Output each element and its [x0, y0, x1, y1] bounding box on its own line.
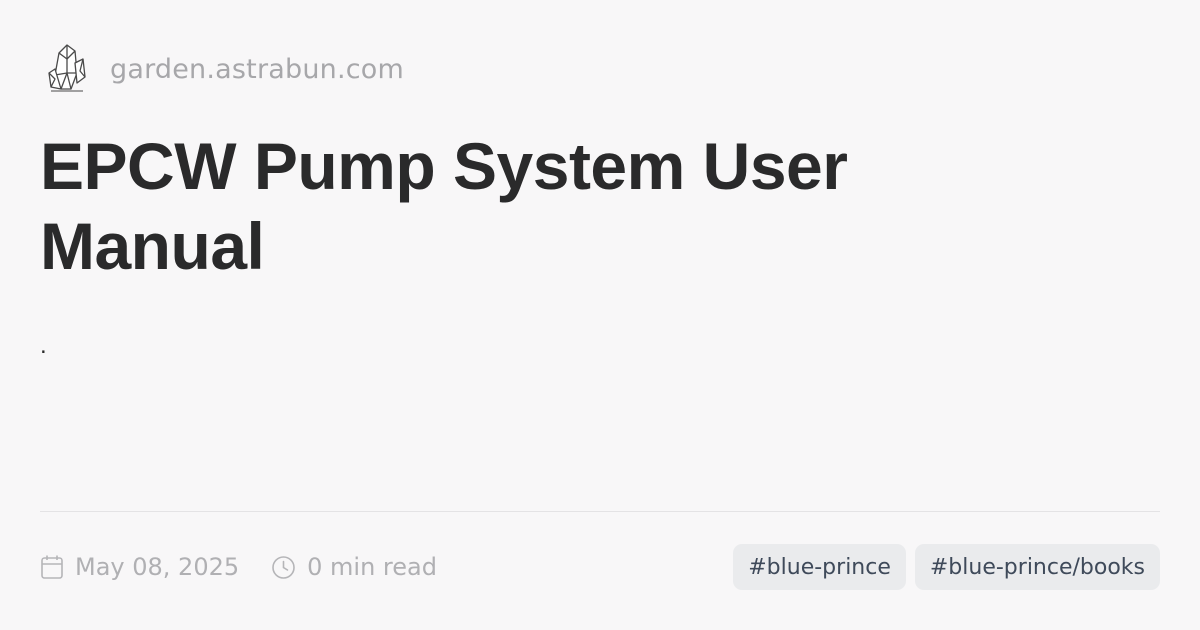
calendar-icon: [40, 554, 64, 580]
post-date-text: May 08, 2025: [75, 553, 240, 581]
crystal-icon[interactable]: [44, 40, 90, 98]
post-excerpt: .: [40, 332, 47, 359]
page-title: EPCW Pump System User Manual: [40, 129, 848, 283]
tag-blue-prince-books[interactable]: #blue-prince/books: [914, 544, 1160, 590]
site-domain[interactable]: garden.astrabun.com: [110, 54, 404, 85]
post-date: May 08, 2025: [40, 553, 239, 581]
clock-icon: [271, 555, 296, 580]
post-meta: May 08, 2025 0 min read: [40, 544, 437, 590]
site-header: garden.astrabun.com: [44, 40, 404, 98]
tag-blue-prince[interactable]: #blue-prince: [733, 544, 906, 590]
tag-list: #blue-prince #blue-prince/books: [733, 544, 1160, 590]
divider: [40, 511, 1160, 512]
reading-time-text: 0 min read: [307, 553, 437, 581]
reading-time: 0 min read: [271, 553, 437, 581]
